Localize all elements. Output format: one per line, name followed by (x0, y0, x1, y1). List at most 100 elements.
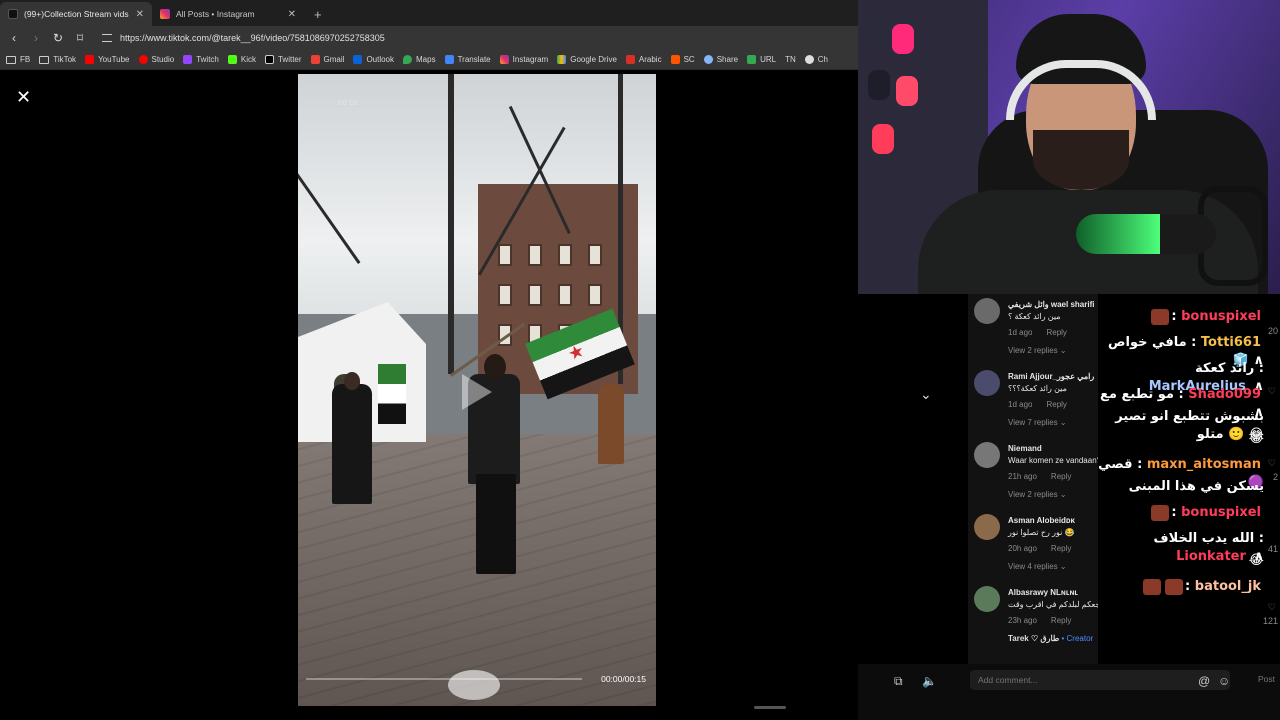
forward-icon[interactable]: › (30, 31, 42, 45)
avatar[interactable] (974, 586, 1000, 612)
bookmark-ch[interactable]: Ch (804, 55, 828, 64)
arabic-icon (625, 55, 635, 64)
reply-button[interactable]: Reply (1046, 328, 1066, 337)
tab-tiktok[interactable]: (99+)Collection Stream vids crea ✕ (0, 2, 152, 26)
bookmark-tiktok[interactable]: TikTok (39, 55, 76, 64)
bookmark-google-drive[interactable]: Google Drive (557, 55, 617, 64)
bookmark-label: Gmail (323, 55, 345, 64)
comment-author[interactable]: Asman Alobeidᴅᴋ (1008, 516, 1075, 525)
folder-icon (6, 55, 16, 64)
reply-button[interactable]: Reply (1051, 616, 1071, 625)
stream-chat-overlay: : bonuspixel 20 مافي خواص : Totti661 🧊 ∧… (1098, 294, 1280, 664)
bookmark-instagram[interactable]: Instagram (499, 55, 548, 64)
close-icon[interactable]: ✕ (16, 88, 31, 106)
heart-icon[interactable]: ♡ (1268, 458, 1276, 469)
tiktok-icon (8, 9, 18, 19)
back-icon[interactable]: ‹ (8, 31, 20, 45)
chevron-down-icon[interactable]: ⌄ (920, 386, 932, 403)
reply-button[interactable]: Reply (1051, 472, 1071, 481)
url-field[interactable]: https://www.tiktok.com/@tarek__96f/video… (102, 33, 385, 43)
chat-text: : (1185, 579, 1191, 594)
avatar[interactable] (974, 298, 1000, 324)
comment-age: 1d ago (1008, 328, 1033, 337)
comment-text: Waar komen ze vandaan? (1008, 456, 1098, 465)
mention-icon[interactable]: @ (1198, 674, 1210, 688)
post-button[interactable]: Post (1258, 674, 1275, 684)
bookmark-twitter[interactable]: Twitter (264, 55, 302, 64)
avatar[interactable] (974, 514, 1000, 540)
bookmark-url[interactable]: URL (747, 55, 776, 64)
tab-instagram[interactable]: All Posts • Instagram ✕ (152, 2, 304, 26)
creator-reply[interactable]: Tarek ♡ طارق • Creator (1008, 634, 1093, 643)
view-replies-button[interactable]: View 2 replies ⌄ (1008, 346, 1067, 355)
avatar[interactable] (974, 442, 1000, 468)
bookmark-gmail[interactable]: Gmail (310, 55, 345, 64)
url-text: https://www.tiktok.com/@tarek__96f/video… (120, 33, 385, 43)
heart-icon[interactable]: ♡ (1268, 602, 1276, 613)
chat-message: 😂 (1098, 430, 1264, 448)
bookmark-fb[interactable]: FB (6, 55, 30, 64)
bookmark-label: Kick (240, 55, 256, 64)
play-icon[interactable] (462, 374, 492, 410)
maps-icon (403, 55, 413, 64)
youtube-icon (85, 55, 95, 64)
chat-text: 😂 (1248, 553, 1264, 568)
chat-username: maxn_aitosman (1146, 457, 1261, 472)
caption-icon[interactable]: ⧉ (894, 674, 903, 689)
site-info-icon[interactable] (102, 34, 112, 42)
chat-message: : batool_jk (1098, 578, 1264, 596)
new-tab-button[interactable]: + (304, 2, 332, 26)
like-count: 121 (1262, 616, 1278, 626)
bookmark-youtube[interactable]: YouTube (85, 55, 130, 64)
comment-meta: 1d ago Reply (1008, 328, 1081, 337)
heart-icon[interactable]: ♡ (1268, 386, 1276, 397)
comment-author[interactable]: Rami Ajjour_رامي عجور (1008, 372, 1094, 381)
bookmark-label: Studio (151, 55, 175, 64)
view-replies-button[interactable]: View 2 replies ⌄ (1008, 490, 1067, 499)
bookmark-maps[interactable]: Maps (403, 55, 436, 64)
comment-meta: 20h ago Reply (1008, 544, 1085, 553)
emoji-icon[interactable]: ☺ (1218, 674, 1230, 688)
like-count: 2 (1272, 472, 1278, 482)
volume-icon[interactable]: 🔈 (922, 674, 937, 688)
bookmark-sc[interactable]: SC (670, 55, 695, 64)
video-progress-bar[interactable] (306, 678, 582, 680)
comment-age: 23h ago (1008, 616, 1037, 625)
avatar[interactable] (974, 370, 1000, 396)
bookmark-translate[interactable]: Translate (444, 55, 491, 64)
bookmark-arabic[interactable]: Arabic (625, 55, 662, 64)
bookmark-outlook[interactable]: Outlook (353, 55, 394, 64)
video-viewer: ✕ ★ ed co 00:00/00:15 (0, 70, 858, 720)
bookmark-label: Google Drive (570, 55, 617, 64)
chat-username: Totti661 (1200, 335, 1261, 350)
reply-button[interactable]: Reply (1046, 400, 1066, 409)
bookmark-label: Maps (416, 55, 436, 64)
bookmark-studio[interactable]: Studio (138, 55, 175, 64)
bookmark-share[interactable]: Share (703, 55, 738, 64)
view-replies-button[interactable]: View 4 replies ⌄ (1008, 562, 1067, 571)
add-comment-input[interactable] (970, 670, 1230, 690)
like-count: 41 (1267, 544, 1278, 554)
bookmark-twitch[interactable]: Twitch (183, 55, 219, 64)
reply-button[interactable]: Reply (1051, 544, 1071, 553)
bookmark-label: SC (683, 55, 695, 64)
bookmark-label: Outlook (366, 55, 395, 64)
bookmark-label: TikTok (53, 55, 77, 64)
video-frame-tent-flag (378, 364, 406, 424)
comment-author[interactable]: Albasrawy NLɴʟɴʟ (1008, 588, 1078, 597)
bookmark-kick[interactable]: Kick (227, 55, 256, 64)
comment-author[interactable]: Niemand (1008, 444, 1042, 453)
bookmark-tn[interactable]: TN (785, 55, 796, 64)
close-tab-icon[interactable]: ✕ (136, 9, 144, 20)
video-watermark: ed co (338, 98, 358, 107)
webcam-overlay (858, 0, 1280, 294)
comment-author[interactable]: وائل شريفي wael sharifi (1008, 300, 1094, 309)
close-tab-icon[interactable]: ✕ (288, 9, 296, 20)
scrollbar[interactable] (754, 706, 786, 709)
view-replies-button[interactable]: View 7 replies ⌄ (1008, 418, 1067, 427)
reload-icon[interactable]: ↻ (52, 31, 64, 45)
bookmark-label: Translate (457, 55, 491, 64)
video-player[interactable]: ★ ed co 00:00/00:15 (298, 74, 656, 706)
bookmark-icon[interactable]: ⌑ (74, 31, 86, 45)
instagram-icon (160, 9, 170, 19)
